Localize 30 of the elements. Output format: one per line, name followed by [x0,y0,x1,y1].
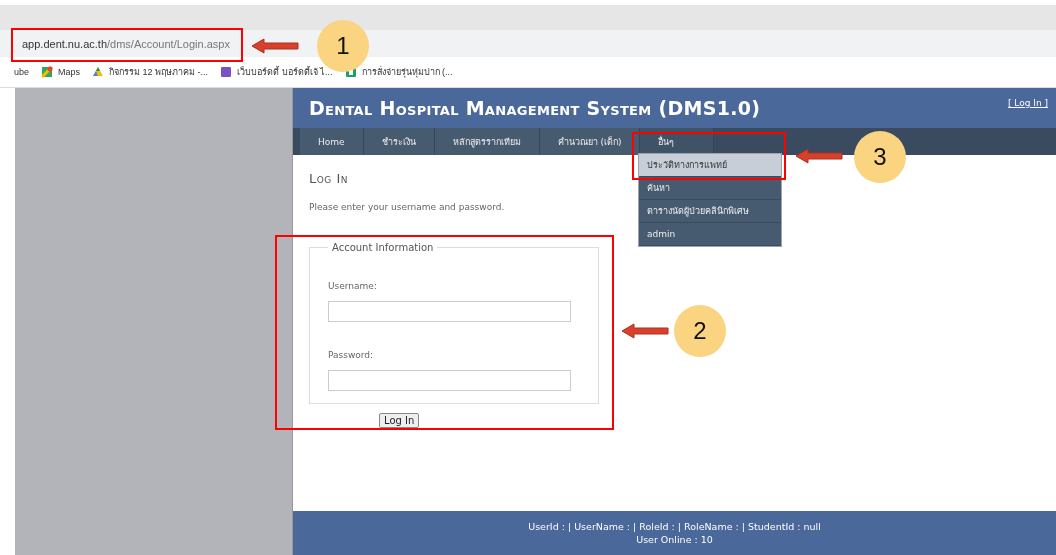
menu-item[interactable]: admin [639,223,781,246]
bookmark[interactable]: กิจกรรม 12 พฤษภาคม -... [92,65,209,79]
instructions: Please enter your username and password. [309,202,505,212]
menu-item[interactable]: ตารางนัดผู้ป่วยคลินิกพิเศษ [639,200,781,223]
menu-item[interactable]: ประวัติทางการแพทย์ [639,154,781,177]
arrow-icon [795,148,843,164]
arrow-icon [621,323,669,339]
nav-item[interactable]: Home [300,128,364,155]
bookmark[interactable]: Maps [41,66,81,78]
status-text: User Online : 10 [636,534,713,545]
field-label: Username: [328,281,378,291]
page-heading: Log In [309,171,348,186]
triangle-icon [92,66,105,78]
input-field[interactable] [328,301,571,322]
login-button[interactable]: Log In [379,413,420,428]
site-title: Dental Hospital Management System (DMS1.0) [309,97,761,119]
square-icon [220,66,233,78]
address-url[interactable]: app.dent.nu.ac.th/dms/Account/Login.aspx [22,37,230,50]
menu-item[interactable]: ค้นหา [639,177,781,200]
fieldset-legend: Account Information [328,242,438,253]
arrow-icon [251,38,299,54]
nav-item[interactable]: หลักสูตรรากเทียม [434,128,540,155]
nav-item[interactable]: คำนวณยา (เด็ก) [539,128,641,155]
field-label: Password: [328,350,375,360]
bookmark[interactable]: เว็บบอร์ดดี้ บอร์ดดี้เจ้ ไ... [220,65,333,79]
status-text: UserId : | UserName : | RoleId : | RoleName : | StudentId : null [528,521,821,532]
bookmark[interactable]: ube [14,67,30,77]
input-field[interactable] [328,370,571,391]
login-link[interactable]: [ Log In ] [1007,98,1048,108]
nav-item[interactable]: ชำระเงิน [363,128,435,155]
